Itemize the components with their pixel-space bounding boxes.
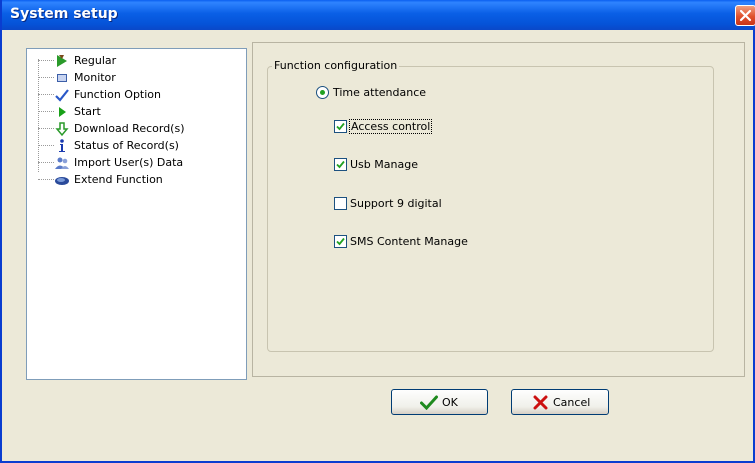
- ok-button[interactable]: OK: [391, 389, 488, 415]
- tree-item-status-of-records[interactable]: Status of Record(s): [27, 138, 242, 154]
- close-icon: [739, 9, 752, 22]
- check-icon: [336, 160, 345, 169]
- tree-item-monitor[interactable]: Monitor: [27, 70, 242, 86]
- tree-item-extend-function[interactable]: Extend Function: [27, 172, 242, 188]
- window-title: System setup: [10, 6, 118, 22]
- time-attendance-radio[interactable]: [316, 86, 329, 99]
- tree-item-start[interactable]: Start: [27, 104, 242, 120]
- usb-manage-label[interactable]: Usb Manage: [350, 158, 418, 171]
- tree-item-label: Extend Function: [74, 173, 163, 186]
- sms-content-manage-checkbox[interactable]: [334, 235, 347, 248]
- tree-item-function-option[interactable]: Function Option: [27, 87, 242, 103]
- tree-item-label: Function Option: [74, 88, 161, 101]
- green-check-icon: [420, 395, 438, 410]
- monitor-icon: [57, 74, 67, 82]
- group-title: Function configuration: [272, 59, 400, 72]
- download-arrow-icon: [55, 122, 69, 137]
- green-arrow-icon: [57, 55, 67, 67]
- settings-tree[interactable]: Regular Monitor Function Option Start Do…: [26, 48, 247, 380]
- tree-item-regular[interactable]: Regular: [27, 53, 242, 69]
- close-button[interactable]: [735, 5, 755, 26]
- support-9-digital-checkbox[interactable]: [334, 197, 347, 210]
- title-bar: System setup: [2, 0, 755, 30]
- info-icon: [59, 139, 65, 152]
- tree-item-label: Download Record(s): [74, 122, 185, 135]
- time-attendance-label[interactable]: Time attendance: [333, 86, 426, 99]
- checkmark-icon: [55, 89, 69, 102]
- tree-item-label: Regular: [74, 54, 117, 67]
- tree-item-label: Monitor: [74, 71, 116, 84]
- check-icon: [336, 237, 345, 246]
- tree-item-label: Start: [74, 105, 101, 118]
- tree-item-label: Import User(s) Data: [74, 156, 184, 169]
- users-icon: [55, 157, 69, 169]
- access-control-checkbox[interactable]: [334, 120, 347, 133]
- extend-icon: [55, 177, 69, 185]
- system-setup-window: System setup Regular Monitor Function Op…: [0, 0, 755, 463]
- tree-item-import-users[interactable]: Import User(s) Data: [27, 155, 242, 171]
- check-icon: [336, 122, 345, 131]
- support-9-digital-label[interactable]: Support 9 digital: [350, 197, 442, 210]
- ok-label: OK: [442, 396, 458, 409]
- access-control-label[interactable]: Access control: [348, 119, 433, 134]
- play-icon: [59, 107, 66, 117]
- tree-item-download-records[interactable]: Download Record(s): [27, 121, 242, 137]
- cancel-label: Cancel: [553, 396, 591, 409]
- sms-content-manage-label[interactable]: SMS Content Manage: [350, 235, 468, 248]
- red-x-icon: [533, 395, 548, 410]
- cancel-button[interactable]: Cancel: [511, 389, 609, 415]
- tree-item-label: Status of Record(s): [74, 139, 179, 152]
- usb-manage-checkbox[interactable]: [334, 158, 347, 171]
